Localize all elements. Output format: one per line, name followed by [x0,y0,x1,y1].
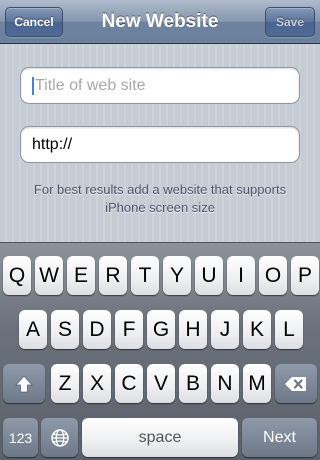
backspace-icon [285,376,306,391]
globe-key[interactable] [41,418,78,457]
key-g[interactable]: G [147,310,175,349]
key-p[interactable]: P [291,256,319,295]
key-d[interactable]: D [83,310,111,349]
key-s[interactable]: S [51,310,79,349]
cancel-button[interactable]: Cancel [5,7,63,37]
key-n[interactable]: N [211,364,239,403]
key-j[interactable]: J [211,310,239,349]
key-o[interactable]: O [259,256,287,295]
key-a[interactable]: A [19,310,47,349]
key-e[interactable]: E [67,256,95,295]
key-r[interactable]: R [99,256,127,295]
key-f[interactable]: F [115,310,143,349]
key-t[interactable]: T [131,256,159,295]
globe-icon [50,428,69,447]
form-area: Title of web site http:// For best resul… [0,45,320,242]
next-key[interactable]: Next [242,418,317,457]
numbers-key[interactable]: 123 [3,418,38,457]
url-value: http:// [32,135,73,153]
title-input[interactable]: Title of web site [20,67,300,104]
key-m[interactable]: M [243,364,271,403]
key-x[interactable]: X [83,364,111,403]
key-z[interactable]: Z [51,364,79,403]
hint-text: For best results add a website that supp… [33,182,287,215]
key-l[interactable]: L [275,310,303,349]
key-v[interactable]: V [147,364,175,403]
key-y[interactable]: Y [163,256,191,295]
shift-arrow-icon [15,374,33,392]
shift-key[interactable] [3,364,45,403]
url-input[interactable]: http:// [20,126,300,163]
space-key[interactable]: space [82,418,238,457]
save-button[interactable]: Save [265,7,315,37]
key-b[interactable]: B [179,364,207,403]
key-q[interactable]: Q [3,256,31,295]
navigation-bar: Cancel New Website Save [0,0,320,44]
key-i[interactable]: I [227,256,255,295]
backspace-key[interactable] [275,364,317,403]
key-c[interactable]: C [115,364,143,403]
key-k[interactable]: K [243,310,271,349]
key-u[interactable]: U [195,256,223,295]
text-caret [32,76,34,95]
key-w[interactable]: W [35,256,63,295]
key-h[interactable]: H [179,310,207,349]
title-placeholder: Title of web site [35,76,146,94]
keyboard: QWERTYUIOP ASDFGHJKL ZXCVBNM 123 space N… [0,242,320,460]
page-title: New Website [101,11,219,32]
